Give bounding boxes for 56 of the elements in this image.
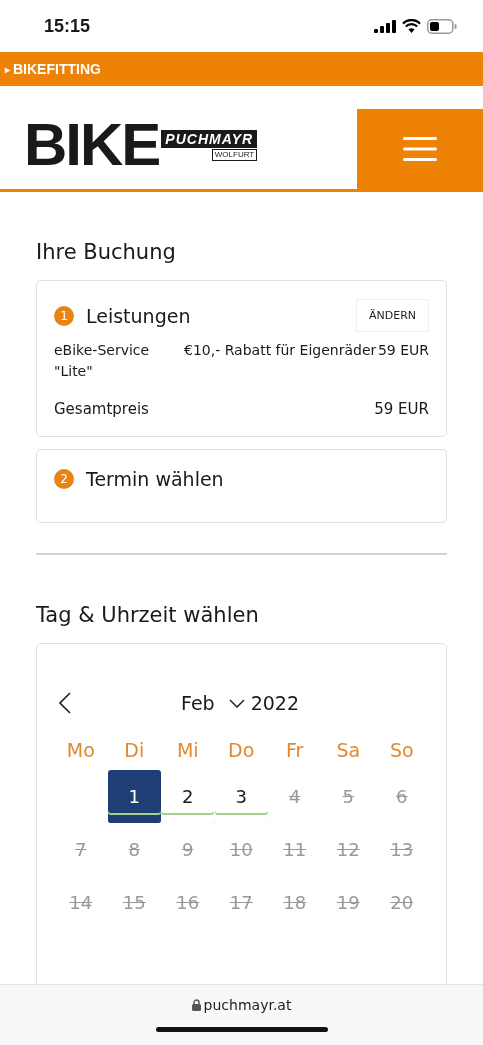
section-heading: Ihre Buchung bbox=[36, 240, 177, 264]
status-time: 15:15 bbox=[44, 15, 91, 37]
total-label: Gesamtpreis bbox=[54, 400, 149, 418]
calendar-day[interactable]: 17 bbox=[214, 876, 268, 929]
weekday-label: Mi bbox=[175, 738, 200, 763]
month-dropdown[interactable]: Feb bbox=[181, 692, 245, 714]
section-heading: Tag & Uhrzeit wählen bbox=[36, 603, 260, 627]
calendar-day[interactable]: 14 bbox=[54, 876, 108, 929]
calendar-day[interactable]: 7 bbox=[54, 823, 108, 876]
calendar-day[interactable]: 15 bbox=[107, 876, 161, 929]
calendar-day[interactable]: 16 bbox=[161, 876, 215, 929]
wifi-icon bbox=[402, 19, 421, 33]
calendar-day[interactable]: 18 bbox=[268, 876, 322, 929]
step-title: Termin wählen bbox=[86, 468, 225, 490]
weekday-label: So bbox=[388, 738, 415, 763]
weekday-label: Sa bbox=[335, 738, 362, 763]
menu-button[interactable] bbox=[357, 109, 483, 189]
weekday-label: Di bbox=[123, 738, 146, 763]
step-title: Leistungen bbox=[86, 304, 192, 327]
change-button[interactable]: ÄNDERN bbox=[355, 299, 429, 332]
previous-month-button[interactable] bbox=[59, 692, 71, 714]
weekday-label: Fr bbox=[285, 738, 305, 763]
chevron-left-icon bbox=[59, 692, 71, 714]
lock-icon bbox=[191, 999, 201, 1011]
year-label: 2022 bbox=[250, 692, 299, 714]
signal-icon bbox=[374, 19, 396, 33]
logo-script[interactable]: PUCHMAYR bbox=[161, 129, 258, 148]
calendar-day[interactable]: 9 bbox=[161, 823, 215, 876]
calendar-day[interactable]: 20 bbox=[375, 876, 429, 929]
discount-note: €10,- Rabatt für Eigenräder bbox=[183, 341, 378, 360]
calendar-day[interactable]: 1 bbox=[107, 770, 161, 823]
service-price: 59 EUR bbox=[377, 341, 429, 360]
battery-icon bbox=[427, 18, 457, 34]
menu-icon bbox=[403, 137, 437, 161]
address-bar[interactable]: puchmayr.at bbox=[191, 997, 292, 1013]
calendar-day[interactable]: 10 bbox=[214, 823, 268, 876]
chevron-down-icon bbox=[228, 698, 245, 708]
weekday-label: Mo bbox=[65, 738, 96, 763]
calendar-day[interactable]: 2 bbox=[161, 770, 215, 823]
total-price: 59 EUR bbox=[374, 400, 429, 418]
calendar-day[interactable]: 3 bbox=[214, 770, 268, 823]
promo-link[interactable]: ▸ BIKEFITTING bbox=[0, 52, 483, 86]
logo-location[interactable]: WOLFURT bbox=[211, 148, 258, 161]
calendar-day[interactable]: 11 bbox=[268, 823, 322, 876]
calendar-day[interactable]: 4 bbox=[268, 770, 322, 823]
step-number: 2 bbox=[54, 469, 74, 489]
service-name: eBike-Service "Lite" bbox=[54, 341, 151, 381]
calendar-day[interactable]: 12 bbox=[321, 823, 375, 876]
calendar-day[interactable]: 13 bbox=[375, 823, 429, 876]
calendar-day[interactable]: 6 bbox=[375, 770, 429, 823]
weekday-label: Do bbox=[227, 738, 256, 763]
logo-wordmark[interactable]: BIKE bbox=[24, 115, 162, 175]
calendar-day[interactable]: 8 bbox=[107, 823, 161, 876]
calendar-day[interactable]: 19 bbox=[321, 876, 375, 929]
step-number: 1 bbox=[54, 305, 74, 326]
calendar-day[interactable]: 5 bbox=[321, 770, 375, 823]
